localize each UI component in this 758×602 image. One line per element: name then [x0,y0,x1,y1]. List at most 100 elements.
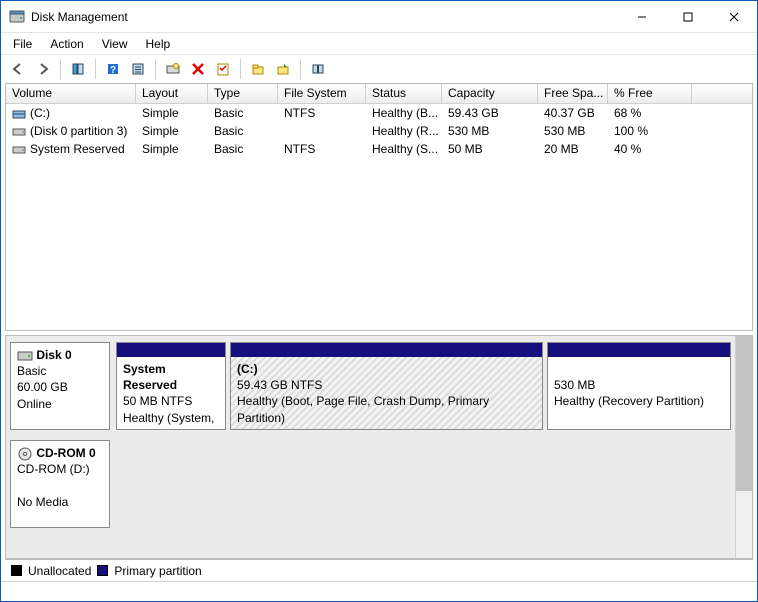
column-status[interactable]: Status [366,84,442,103]
toolbar-separator [60,59,61,79]
volume-layout: Simple [136,142,208,156]
settings-icon[interactable] [307,58,329,80]
disk-type: CD-ROM (D:) [17,462,90,476]
disk-label[interactable]: Disk 0 Basic 60.00 GB Online [10,342,110,430]
maximize-button[interactable] [665,1,711,33]
volume-type: Basic [208,124,278,138]
disk-icon [17,350,33,362]
volume-free: 40.37 GB [538,106,608,120]
help-icon[interactable]: ? [102,58,124,80]
volume-row[interactable]: (C:) Simple Basic NTFS Healthy (B... 59.… [6,104,752,122]
column-volume[interactable]: Volume [6,84,136,103]
column-freespace[interactable]: Free Spa... [538,84,608,103]
partition-block[interactable]: System Reserved 50 MB NTFS Healthy (Syst… [116,342,226,430]
disk-type: Basic [17,364,46,378]
title-bar: Disk Management [1,1,757,33]
volume-status: Healthy (B... [366,106,442,120]
column-capacity[interactable]: Capacity [442,84,538,103]
legend-label-unallocated: Unallocated [28,564,91,578]
minimize-button[interactable] [619,1,665,33]
delete-icon[interactable] [187,58,209,80]
partition-title: System Reserved [123,362,177,392]
toolbar: ? [1,55,757,83]
scrollbar-thumb[interactable] [736,336,752,491]
volume-status: Healthy (S... [366,142,442,156]
partition-line3: Healthy (System, A [123,411,214,429]
disk-row: Disk 0 Basic 60.00 GB Online System Rese… [10,342,731,430]
volume-fs: NTFS [278,106,366,120]
cdrom-icon [17,447,33,461]
volume-free: 20 MB [538,142,608,156]
partition-line2: 59.43 GB NTFS [237,378,322,392]
volume-capacity: 530 MB [442,124,538,138]
volume-capacity: 50 MB [442,142,538,156]
properties-icon[interactable] [212,58,234,80]
disk-partitions-empty [116,440,731,528]
partition-icon [12,126,26,138]
disk-size: 60.00 GB [17,380,68,394]
forward-arrow-icon[interactable] [32,58,54,80]
partition-line3: Healthy (Recovery Partition) [554,394,704,408]
show-hide-tree-icon[interactable] [67,58,89,80]
disk-label[interactable]: CD-ROM 0 CD-ROM (D:) No Media [10,440,110,528]
disk-management-window: Disk Management File Action View Help ? [0,0,758,602]
volume-pct: 100 % [608,124,692,138]
volume-free: 530 MB [538,124,608,138]
menu-help[interactable]: Help [138,35,179,53]
disk-status: No Media [17,495,68,509]
volume-list-body: (C:) Simple Basic NTFS Healthy (B... 59.… [6,104,752,330]
disk-partitions: System Reserved 50 MB NTFS Healthy (Syst… [116,342,731,430]
wizard-icon[interactable] [272,58,294,80]
volume-pct: 40 % [608,142,692,156]
volume-name: (C:) [30,106,50,120]
explore-icon[interactable] [247,58,269,80]
partition-icon [12,144,26,156]
partition-line3: Healthy (Boot, Page File, Crash Dump, Pr… [237,394,489,424]
disk-title: CD-ROM 0 [36,446,95,460]
disk-status: Online [17,397,52,411]
back-arrow-icon[interactable] [7,58,29,80]
volume-fs: NTFS [278,142,366,156]
close-button[interactable] [711,1,757,33]
toolbar-separator [95,59,96,79]
volume-list-header: Volume Layout Type File System Status Ca… [6,84,752,104]
volume-list-panel: Volume Layout Type File System Status Ca… [5,83,753,331]
menu-action[interactable]: Action [42,35,91,53]
partition-line2: 50 MB NTFS [123,394,192,408]
column-layout[interactable]: Layout [136,84,208,103]
partition-stripe [548,343,730,357]
vertical-scrollbar[interactable] [735,336,752,558]
volume-row[interactable]: (Disk 0 partition 3) Simple Basic Health… [6,122,752,140]
volume-status: Healthy (R... [366,124,442,138]
volume-pct: 68 % [608,106,692,120]
menu-view[interactable]: View [94,35,136,53]
menu-file[interactable]: File [5,35,40,53]
menu-bar: File Action View Help [1,33,757,55]
volume-type: Basic [208,142,278,156]
volume-name: (Disk 0 partition 3) [30,124,127,138]
volume-type: Basic [208,106,278,120]
column-type[interactable]: Type [208,84,278,103]
partition-block[interactable]: 530 MB Healthy (Recovery Partition) [547,342,731,430]
refresh-icon[interactable] [162,58,184,80]
partition-block[interactable]: (C:) 59.43 GB NTFS Healthy (Boot, Page F… [230,342,543,430]
volume-row[interactable]: System Reserved Simple Basic NTFS Health… [6,140,752,158]
volume-layout: Simple [136,124,208,138]
legend-swatch-unallocated [11,565,22,576]
legend-label-primary: Primary partition [114,564,201,578]
column-filesystem[interactable]: File System [278,84,366,103]
legend: Unallocated Primary partition [5,559,753,581]
legend-swatch-primary [97,565,108,576]
partition-stripe [231,343,542,357]
toolbar-separator [155,59,156,79]
column-pctfree[interactable]: % Free [608,84,692,103]
volume-capacity: 59.43 GB [442,106,538,120]
drive-icon [12,108,26,120]
toolbar-separator [300,59,301,79]
app-icon [9,9,25,25]
partition-stripe [117,343,225,357]
window-title: Disk Management [31,10,128,24]
status-bar [1,581,757,601]
details-icon[interactable] [127,58,149,80]
volume-layout: Simple [136,106,208,120]
